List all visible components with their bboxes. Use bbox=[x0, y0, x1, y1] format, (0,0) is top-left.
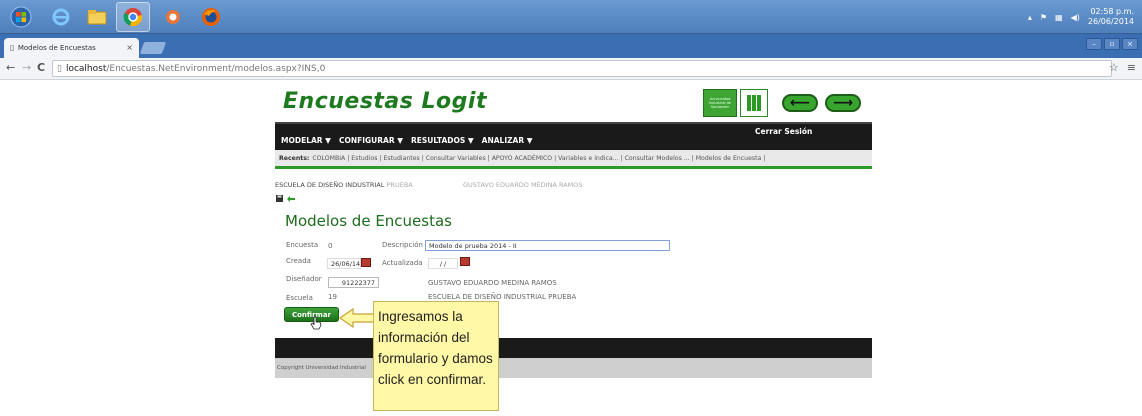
start-button[interactable] bbox=[4, 2, 38, 32]
creada-label: Creada bbox=[286, 257, 311, 265]
network-icon[interactable]: ▦ bbox=[1055, 13, 1063, 22]
recents-bar: Recents: COLOMBIA | Estudios | Estudiant… bbox=[275, 150, 872, 169]
reload-icon[interactable]: C bbox=[37, 61, 45, 74]
browser-toolbar: ← → C ▯ localhost/Encuestas.NetEnvironme… bbox=[0, 58, 1142, 80]
url-path: /Encuestas.NetEnvironment/modelos.aspx?I… bbox=[106, 63, 326, 74]
tray-expand-icon[interactable]: ▴ bbox=[1028, 13, 1032, 22]
user-name: GUSTAVO EDUARDO MEDINA RAMOS bbox=[463, 181, 583, 189]
arrow-right-icon: ⟶ bbox=[832, 95, 854, 111]
tab-title: Modelos de Encuestas bbox=[17, 44, 96, 52]
back-icon[interactable]: ← bbox=[6, 61, 15, 74]
disenador-input[interactable]: 91222377 bbox=[328, 277, 379, 288]
page-icon: ▯ bbox=[57, 63, 62, 74]
system-tray: ▴ ⚑ ▦ ◀) 02:58 p.m. 26/06/2014 bbox=[1028, 0, 1134, 34]
copyright: Copyright Universidad Industrial bbox=[275, 358, 872, 378]
web-page: Encuestas Logit Universidad Industrial d… bbox=[0, 80, 1142, 416]
clock-time: 02:58 p.m. bbox=[1090, 7, 1134, 16]
windows-logo-icon bbox=[10, 6, 32, 28]
actualizada-label: Actualizada bbox=[382, 259, 423, 267]
chrome-icon bbox=[123, 8, 143, 27]
encuesta-label: Encuesta bbox=[286, 241, 319, 249]
folder-icon bbox=[87, 10, 107, 25]
arrow-left-button[interactable]: ⟵ bbox=[782, 94, 818, 112]
flag-icon[interactable]: ⚑ bbox=[1040, 13, 1047, 22]
arrow-left-icon: ⟵ bbox=[789, 95, 811, 111]
menu-modelar[interactable]: MODELAR ▼ bbox=[281, 136, 331, 145]
university-logo: Universidad Industrial de Santander bbox=[703, 89, 737, 117]
tab-close-icon[interactable]: × bbox=[126, 43, 133, 52]
disenador-label: Diseñador bbox=[286, 275, 322, 283]
footer-bar bbox=[275, 338, 872, 358]
uis-logo-icon bbox=[740, 89, 768, 117]
browser-tab[interactable]: ▯ Modelos de Encuestas × bbox=[4, 38, 139, 58]
school-tag: PRUEBA bbox=[386, 181, 413, 189]
disenador-name: GUSTAVO EDUARDO MEDINA RAMOS bbox=[428, 279, 557, 287]
escuela-label: Escuela bbox=[286, 294, 313, 302]
recents-links[interactable]: COLOMBIA | Estudios | Estudiantes | Cons… bbox=[312, 155, 765, 162]
ie-icon bbox=[52, 8, 70, 26]
clock-date: 26/06/2014 bbox=[1087, 17, 1134, 26]
callout-arrow-icon bbox=[339, 308, 375, 328]
close-window-button[interactable]: × bbox=[1122, 38, 1138, 50]
new-tab-button[interactable] bbox=[139, 42, 167, 54]
minimize-button[interactable]: – bbox=[1086, 38, 1102, 50]
office-taskbar-button[interactable] bbox=[156, 2, 190, 32]
descripcion-label: Descripción bbox=[382, 241, 423, 249]
explorer-taskbar-button[interactable] bbox=[80, 2, 114, 32]
office-icon bbox=[166, 10, 180, 24]
form-title: Modelos de Encuestas bbox=[285, 212, 452, 230]
main-nav: MODELAR ▼ CONFIGURAR ▼ RESULTADOS ▼ ANAL… bbox=[275, 122, 872, 150]
firefox-taskbar-button[interactable] bbox=[194, 2, 228, 32]
firefox-icon bbox=[202, 8, 220, 26]
menu-icon[interactable]: ≡ bbox=[1127, 61, 1136, 74]
site-title: Encuestas Logit bbox=[283, 89, 487, 114]
creada-input[interactable]: 26/06/14 bbox=[327, 258, 361, 269]
volume-icon[interactable]: ◀) bbox=[1071, 13, 1080, 22]
hand-cursor-icon bbox=[310, 316, 322, 330]
forward-icon[interactable]: → bbox=[22, 61, 31, 74]
clock[interactable]: 02:58 p.m. 26/06/2014 bbox=[1088, 7, 1134, 27]
calendar-icon[interactable] bbox=[460, 257, 470, 266]
menu-analizar[interactable]: ANALIZAR ▼ bbox=[482, 136, 533, 145]
descripcion-input[interactable]: Modelo de prueba 2014 - II bbox=[425, 240, 670, 251]
url-host: localhost bbox=[65, 63, 107, 74]
context-line: ESCUELA DE DISEÑO INDUSTRIAL PRUEBA GUST… bbox=[275, 181, 583, 189]
save-icon[interactable] bbox=[276, 195, 283, 202]
window-controls: – ▫ × bbox=[1086, 38, 1138, 50]
recents-label: Recents: bbox=[279, 154, 310, 162]
back-arrow-icon[interactable] bbox=[287, 195, 295, 202]
menu-configurar[interactable]: CONFIGURAR ▼ bbox=[339, 136, 403, 145]
actualizada-input[interactable]: / / bbox=[428, 258, 458, 269]
logout-link[interactable]: Cerrar Sesión bbox=[755, 127, 812, 136]
tutorial-callout: Ingresamos la información del formulario… bbox=[373, 301, 499, 411]
maximize-button[interactable]: ▫ bbox=[1104, 38, 1120, 50]
school-name: ESCUELA DE DISEÑO INDUSTRIAL bbox=[275, 181, 385, 189]
windows-taskbar: ▴ ⚑ ▦ ◀) 02:58 p.m. 26/06/2014 bbox=[0, 0, 1142, 34]
bookmark-star-icon[interactable]: ☆ bbox=[1109, 61, 1119, 74]
escuela-value: 19 bbox=[328, 293, 337, 301]
encuesta-value: 0 bbox=[328, 242, 333, 250]
chrome-taskbar-button[interactable] bbox=[116, 2, 150, 32]
menu-resultados[interactable]: RESULTADOS ▼ bbox=[411, 136, 474, 145]
address-bar[interactable]: ▯ localhost/Encuestas.NetEnvironment/mod… bbox=[52, 60, 1112, 77]
logos: Universidad Industrial de Santander bbox=[703, 89, 768, 117]
calendar-icon[interactable] bbox=[361, 258, 371, 267]
ie-taskbar-button[interactable] bbox=[44, 2, 78, 32]
escuela-name: ESCUELA DE DISEÑO INDUSTRIAL PRUEBA bbox=[428, 293, 577, 301]
page-icon: ▯ bbox=[10, 44, 14, 52]
arrow-right-button[interactable]: ⟶ bbox=[825, 94, 861, 112]
browser-tabstrip: ▯ Modelos de Encuestas × – ▫ × bbox=[0, 34, 1142, 58]
